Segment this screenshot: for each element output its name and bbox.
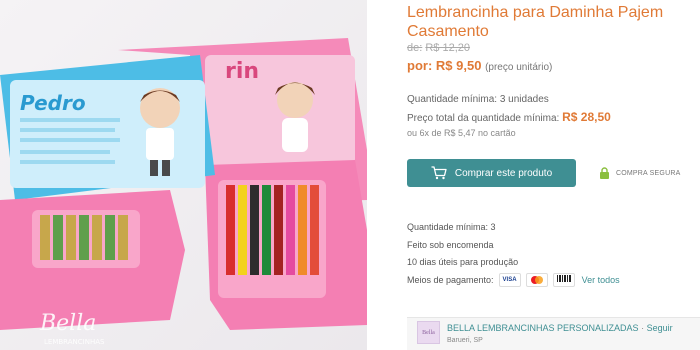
total-price-value: R$ 28,50 [562, 110, 611, 124]
min-quantity: Quantidade mínima: 3 unidades [407, 94, 549, 105]
store-box: Bella BELLA LEMBRANCINHAS PERSONALIZADAS… [407, 317, 700, 350]
visa-icon: VISA [498, 273, 521, 287]
product-info: Lembrancinha para Daminha Pajem Casament… [407, 0, 700, 350]
price-prefix: por: [407, 58, 433, 73]
watermark-sub: LEMBRANCINHAS [44, 338, 105, 346]
old-price-prefix: de: [407, 42, 423, 54]
product-image[interactable]: rin Pedro Bella LEMBRANCINHAS [0, 0, 367, 350]
product-photo: rin Pedro Bella LEMBRANCINHAS [0, 0, 367, 350]
store-name[interactable]: BELLA LEMBRANCINHAS PERSONALIZADAS [447, 323, 639, 333]
store-location: Barueri, SP [447, 337, 483, 344]
detail-min-quantity: Quantidade mínima: 3 [407, 222, 496, 232]
installments: ou 6x de R$ 5,47 no cartão [407, 128, 516, 138]
boleto-icon [552, 273, 575, 287]
old-price: de: R$ 12,20 [407, 42, 470, 54]
price-unit: (preço unitário) [485, 62, 553, 73]
store-name-row: BELLA LEMBRANCINHAS PERSONALIZADAS · Seg… [447, 323, 673, 333]
current-price: R$ 9,50 [435, 58, 482, 73]
cart-icon [431, 166, 447, 180]
store-separator: · [641, 323, 645, 333]
payment-methods: Meios de pagamento: VISA Ver todos [407, 273, 620, 287]
product-title: Lembrancinha para Daminha Pajem Casament… [407, 4, 664, 40]
girl-card-name: rin [225, 59, 259, 84]
made-to-order: Feito sob encomenda [407, 240, 494, 250]
store-logo[interactable]: Bella [417, 321, 440, 344]
follow-button[interactable]: Seguir [647, 323, 673, 333]
old-price-value: R$ 12,20 [425, 42, 471, 54]
buy-button[interactable]: Comprar este produto [407, 159, 576, 187]
total-price-row: Preço total da quantidade mínima: R$ 28,… [407, 110, 611, 124]
buy-button-label: Comprar este produto [454, 167, 553, 179]
boy-card-name: Pedro [20, 91, 86, 115]
production-time: 10 dias úteis para produção [407, 257, 519, 267]
payment-label: Meios de pagamento: [407, 275, 494, 285]
secure-label: COMPRA SEGURA [616, 169, 681, 177]
watermark-text: Bella [39, 311, 96, 336]
total-price-label: Preço total da quantidade mínima: [407, 113, 560, 124]
price-row: por: R$ 9,50 (preço unitário) [407, 58, 552, 73]
mastercard-icon [525, 273, 548, 287]
lock-icon [600, 167, 609, 179]
secure-purchase: COMPRA SEGURA [599, 167, 680, 179]
see-all-payment-link[interactable]: Ver todos [582, 275, 620, 285]
